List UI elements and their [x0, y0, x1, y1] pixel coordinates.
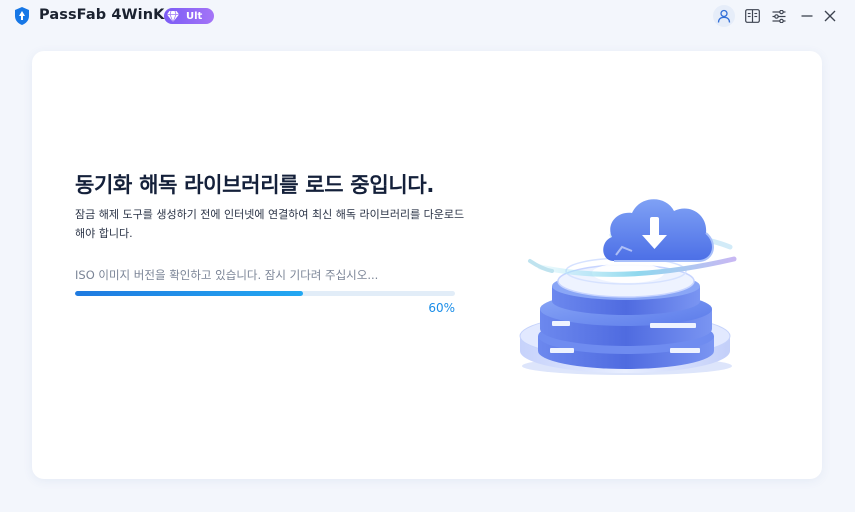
- cloud-download-illustration: [519, 199, 737, 375]
- guide-icon: [744, 9, 760, 23]
- settings-icon: [772, 9, 786, 23]
- guide-button[interactable]: [741, 5, 763, 27]
- progress-bar-fill: [75, 291, 303, 296]
- progress-percent: 60%: [428, 301, 455, 315]
- account-icon: [717, 9, 731, 23]
- minimize-icon: [801, 15, 813, 17]
- close-button[interactable]: [819, 5, 841, 27]
- description-text: 잠금 해제 도구를 생성하기 전에 인터넷에 연결하여 최신 해독 라이브러리를…: [75, 208, 465, 240]
- app-logo-icon: [15, 7, 29, 25]
- ultimate-badge: Ult: [164, 8, 214, 24]
- diamond-icon: [167, 10, 179, 22]
- badge-label: Ult: [186, 10, 203, 22]
- close-icon: [824, 10, 836, 22]
- title-bar: PassFab 4WinKey Ult: [0, 0, 855, 32]
- main-card: 동기화 해독 라이브러리를 로드 중입니다. 잠금 해제 도구를 생성하기 전에…: [32, 51, 822, 479]
- settings-button[interactable]: [768, 5, 790, 27]
- page-heading: 동기화 해독 라이브러리를 로드 중입니다.: [75, 173, 435, 197]
- app-title: PassFab 4WinKey: [39, 7, 184, 23]
- minimize-button[interactable]: [796, 5, 818, 27]
- progress-bar: [75, 291, 455, 296]
- status-text: ISO 이미지 버전을 확인하고 있습니다. 잠시 기다려 주십시오...: [75, 268, 379, 282]
- account-button[interactable]: [713, 5, 735, 27]
